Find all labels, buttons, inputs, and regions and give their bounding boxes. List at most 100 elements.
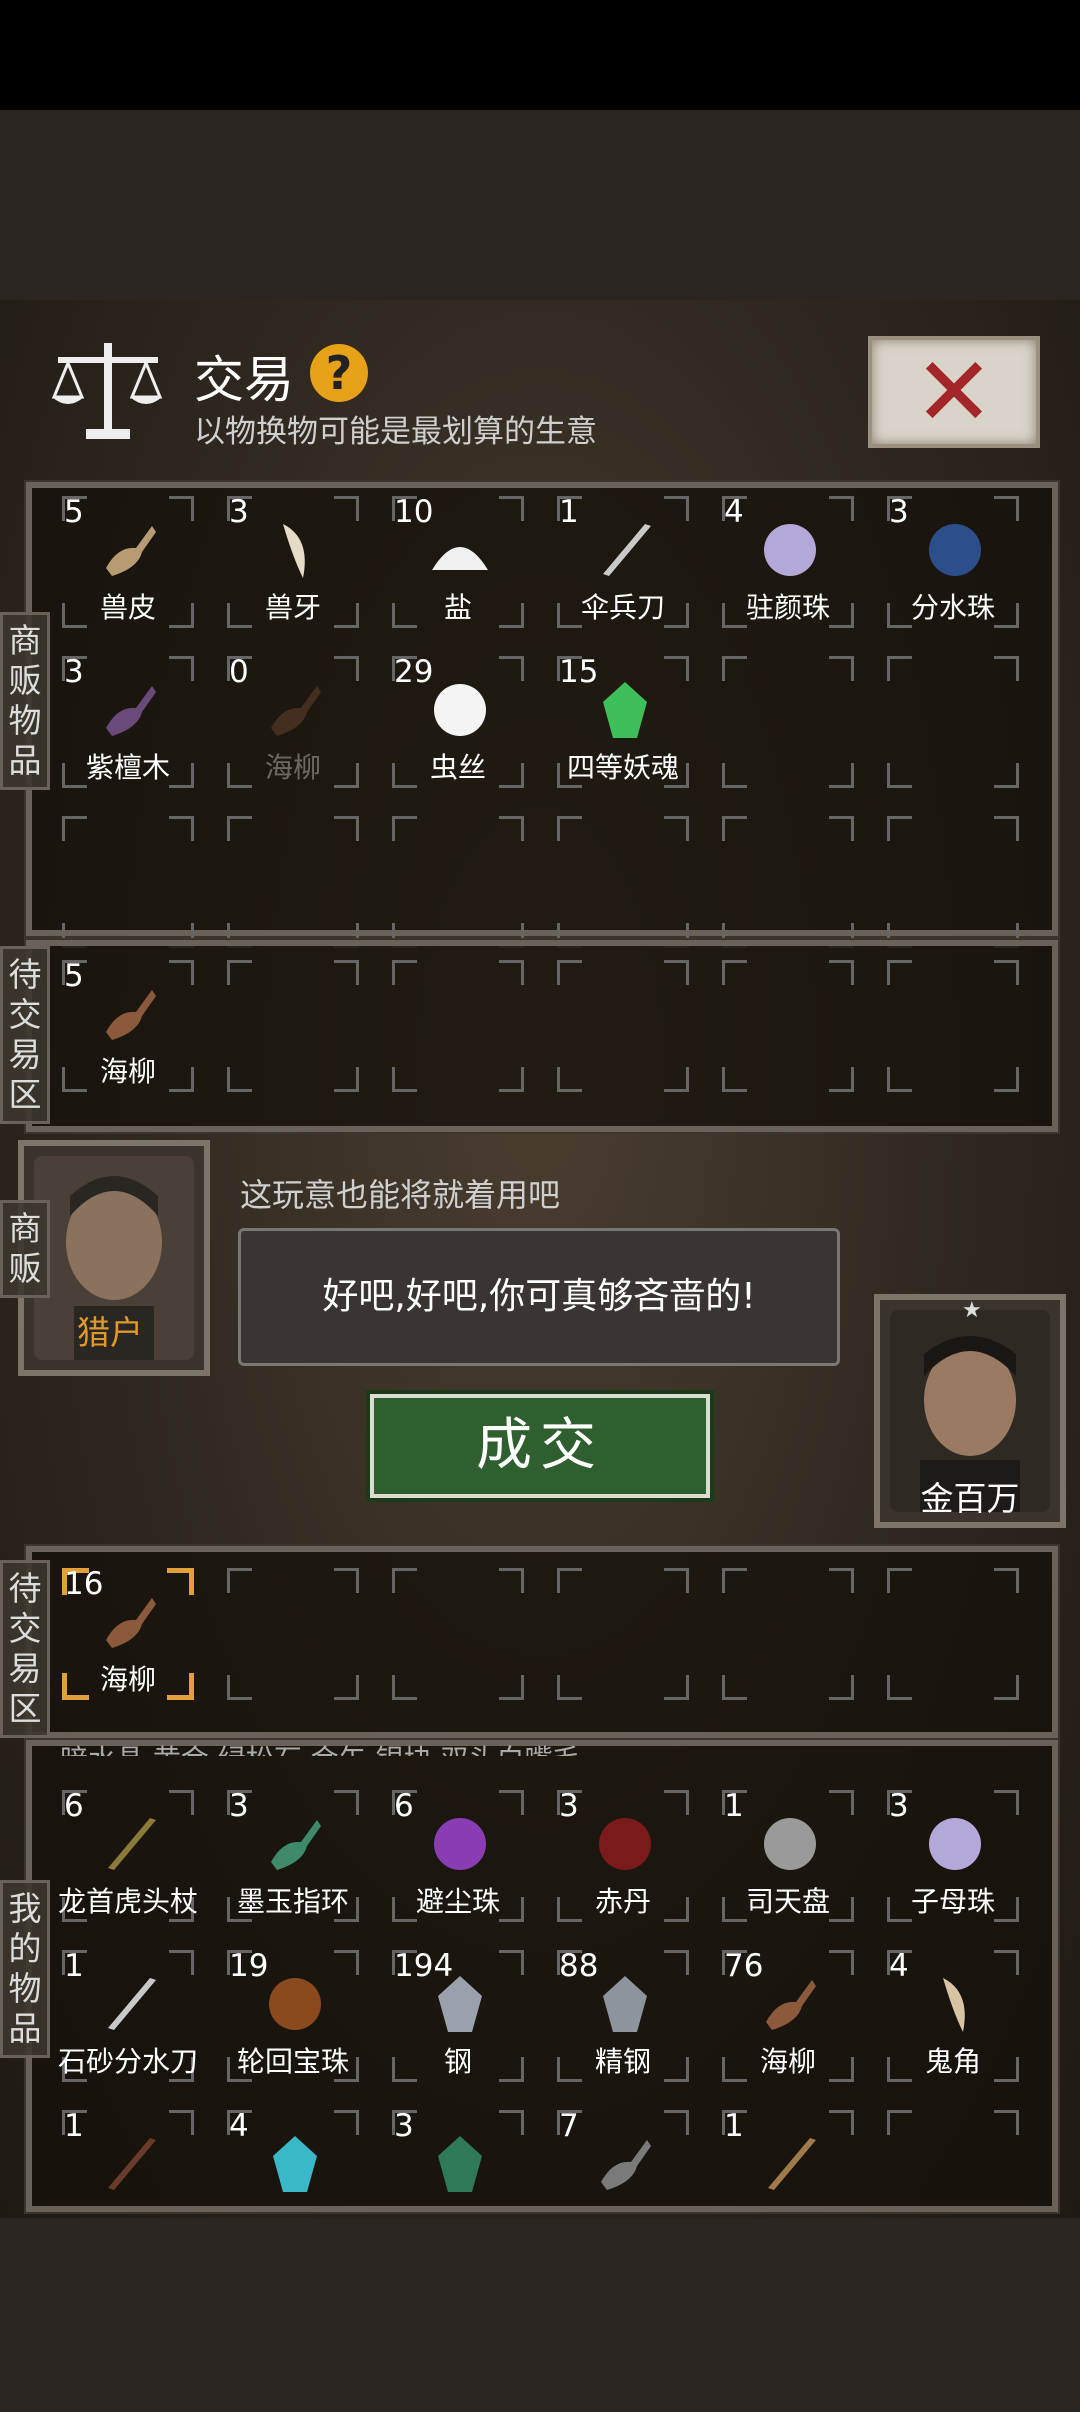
item-slot[interactable] <box>881 810 1025 954</box>
item-slot[interactable]: 1 <box>716 2104 860 2194</box>
close-button[interactable]: ✕ <box>868 336 1040 448</box>
item-slot[interactable]: 88 精钢 <box>551 1944 695 2088</box>
slot-corner <box>994 1568 1019 1593</box>
slot-corner <box>887 1568 912 1593</box>
item-slot[interactable] <box>386 1562 530 1706</box>
item-slot[interactable]: 1 <box>56 2104 200 2194</box>
item-name: 紫檀木 <box>85 751 170 784</box>
bottom-area <box>0 2218 1080 2412</box>
merchant-name: 猎户 <box>77 1313 143 1352</box>
cyan-crystal-icon <box>273 2136 317 2192</box>
item-slot[interactable]: 3 分水珠 <box>881 490 1025 634</box>
item-count: 1 <box>724 1788 744 1824</box>
slot-corner <box>829 1950 854 1975</box>
item-slot[interactable]: 3 墨玉指环 <box>221 1784 365 1928</box>
slot-corner <box>887 656 912 681</box>
help-icon[interactable]: ? <box>310 344 368 402</box>
item-count: 88 <box>559 1948 599 1984</box>
slot-corner <box>392 960 417 985</box>
item-slot[interactable] <box>881 2104 1025 2194</box>
item-slot[interactable]: 4 驻颜珠 <box>716 490 860 634</box>
deal-button-label[interactable]: 成交 <box>366 1390 714 1502</box>
item-slot[interactable] <box>551 810 695 954</box>
item-slot[interactable]: 19 轮回宝珠 <box>221 1944 365 2088</box>
slot-corner <box>557 816 582 841</box>
item-slot[interactable] <box>881 1562 1025 1706</box>
item-count: 194 <box>394 1948 454 1984</box>
item-slot[interactable] <box>386 954 530 1098</box>
item-slot[interactable]: 3 <box>386 2104 530 2194</box>
item-name: 海柳 <box>99 1055 156 1088</box>
item-slot[interactable]: 6 避尘珠 <box>386 1784 530 1928</box>
item-slot[interactable] <box>716 954 860 1098</box>
slot-corner <box>664 1568 689 1593</box>
item-count: 0 <box>229 654 249 690</box>
item-slot[interactable]: 1 石砂分水刀 <box>56 1944 200 2088</box>
item-slot[interactable] <box>716 650 860 794</box>
item-slot[interactable]: 76 海柳 <box>716 1944 860 2088</box>
slot-corner <box>227 816 252 841</box>
item-count: 19 <box>229 1948 269 1984</box>
item-slot[interactable]: 1 司天盘 <box>716 1784 860 1928</box>
slot-corner <box>227 1675 252 1700</box>
slot-corner <box>994 1067 1019 1092</box>
item-count: 3 <box>889 494 909 530</box>
pearl-icon <box>764 524 816 576</box>
item-count: 3 <box>394 2108 414 2144</box>
item-slot[interactable] <box>881 954 1025 1098</box>
background <box>0 110 1080 300</box>
item-slot[interactable]: 10 盐 <box>386 490 530 634</box>
item-count: 1 <box>64 2108 84 2144</box>
item-slot[interactable]: 4 <box>221 2104 365 2194</box>
knife-icon <box>603 524 651 576</box>
item-slot[interactable] <box>386 810 530 954</box>
item-slot[interactable]: 3 子母珠 <box>881 1784 1025 1928</box>
item-slot[interactable]: 29 虫丝 <box>386 650 530 794</box>
slot-corner <box>334 960 359 985</box>
item-slot[interactable]: 5 兽皮 <box>56 490 200 634</box>
fire-orb-icon <box>269 1978 321 2030</box>
item-slot[interactable]: 3 兽牙 <box>221 490 365 634</box>
slot-corner <box>994 496 1019 521</box>
item-slot[interactable] <box>551 954 695 1098</box>
slot-corner <box>227 1067 252 1092</box>
item-slot[interactable]: 6 龙首虎头杖 <box>56 1784 200 1928</box>
item-slot[interactable]: 5 海柳 <box>56 954 200 1098</box>
item-slot[interactable]: 1 伞兵刀 <box>551 490 695 634</box>
item-slot[interactable] <box>551 1562 695 1706</box>
item-slot[interactable]: 3 紫檀木 <box>56 650 200 794</box>
item-name: 司天盘 <box>745 1885 830 1918</box>
item-count: 1 <box>724 2108 744 2144</box>
pending-player-label: 待交易区 <box>0 1560 50 1738</box>
item-slot[interactable]: 0 海柳 <box>221 650 365 794</box>
item-name: 避尘珠 <box>415 1885 500 1918</box>
silk-icon <box>434 684 486 736</box>
slot-corner <box>722 816 747 841</box>
item-slot[interactable] <box>221 1562 365 1706</box>
slot-corner <box>62 816 87 841</box>
item-slot[interactable]: 7 <box>551 2104 695 2194</box>
item-slot[interactable] <box>716 810 860 954</box>
item-slot[interactable] <box>221 810 365 954</box>
item-slot[interactable] <box>56 810 200 954</box>
item-slot[interactable]: 4 鬼角 <box>881 1944 1025 2088</box>
merchant-dialog-line: 这玩意也能将就着用吧 <box>240 1176 561 1214</box>
item-slot[interactable] <box>221 954 365 1098</box>
slot-corner <box>392 1067 417 1092</box>
item-name: 盐 <box>443 591 472 624</box>
item-slot[interactable]: 15 四等妖魂 <box>551 650 695 794</box>
blue-orb-icon <box>929 524 981 576</box>
item-slot[interactable] <box>716 1562 860 1706</box>
item-name: 伞兵刀 <box>580 591 665 624</box>
item-count: 3 <box>229 494 249 530</box>
item-slot[interactable]: 16 海柳 <box>56 1562 200 1706</box>
pearl-icon <box>929 1818 981 1870</box>
item-slot[interactable] <box>881 650 1025 794</box>
slot-corner <box>334 496 359 521</box>
stick-icon <box>768 2138 816 2190</box>
item-count: 1 <box>64 1948 84 1984</box>
slot-corner <box>887 816 912 841</box>
item-slot[interactable]: 3 赤丹 <box>551 1784 695 1928</box>
item-slot[interactable]: 194 钢 <box>386 1944 530 2088</box>
item-count: 4 <box>889 1948 909 1984</box>
